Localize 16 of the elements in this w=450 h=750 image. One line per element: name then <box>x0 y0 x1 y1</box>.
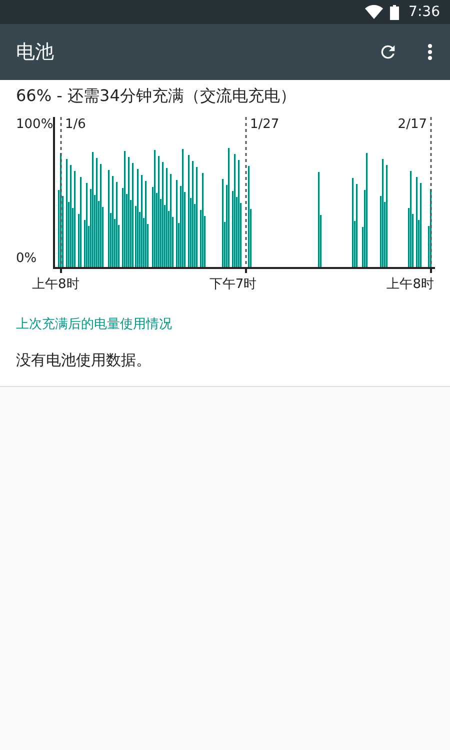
overflow-menu-icon[interactable] <box>428 44 432 60</box>
date-label: 1/27 <box>250 117 280 133</box>
axis-label: 0% <box>16 251 37 267</box>
battery-icon <box>390 4 399 20</box>
usage-since-full-link[interactable]: 上次充满后的电量使用情况 <box>0 293 450 333</box>
status-time: 7:36 <box>408 4 440 20</box>
axis-label: 上午8时 <box>386 276 434 293</box>
battery-summary: 66% - 还需34分钟充满（交流电充电） <box>15 86 297 107</box>
date-label: 1/6 <box>65 117 86 133</box>
axis-label: 下午7时 <box>209 276 257 293</box>
axis-label: 100% <box>16 117 54 133</box>
axis-label: 上午8时 <box>32 276 80 293</box>
date-label: 2/17 <box>398 117 427 133</box>
no-data-message: 没有电池使用数据。 <box>15 350 152 370</box>
wifi-icon <box>364 5 383 19</box>
app-title: 电池 <box>16 40 55 65</box>
